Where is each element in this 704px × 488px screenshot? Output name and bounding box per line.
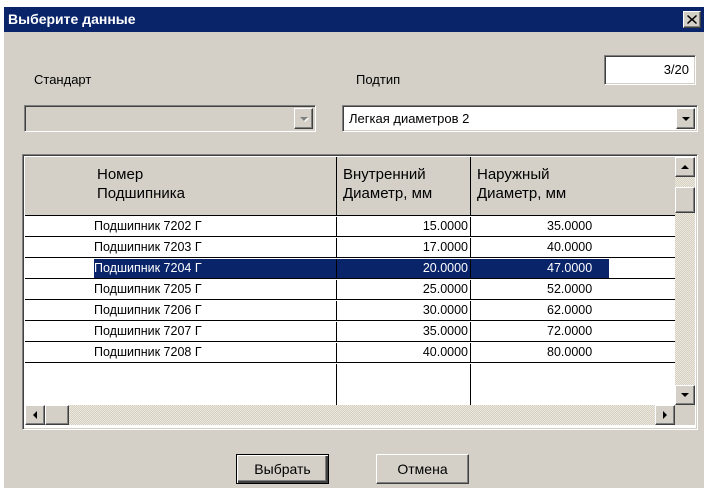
table-row[interactable]: Подшипник 7207 Г 35.0000 72.0000: [25, 322, 675, 342]
vertical-scrollbar[interactable]: [675, 157, 695, 405]
column-header-inner-diameter[interactable]: Внутренний Диаметр, мм: [337, 157, 471, 216]
standard-dropdown-button[interactable]: [294, 108, 313, 129]
cell-inner-diameter: 20.0000: [337, 259, 471, 279]
cell-bearing-number: Подшипник 7202 Г: [25, 217, 337, 237]
table-row-selected[interactable]: Подшипник 7204 Г 20.0000 47.0000: [25, 259, 675, 279]
cell-inner-diameter: 15.0000: [337, 217, 471, 237]
cell-outer-diameter: 40.0000: [547, 240, 593, 254]
cell-bearing-number: Подшипник 7205 Г: [25, 280, 337, 300]
cancel-button[interactable]: Отмена: [376, 454, 469, 484]
scroll-left-button[interactable]: [25, 405, 45, 425]
dropdown-arrow-icon: [299, 116, 308, 121]
cell-inner-diameter: 40.0000: [337, 343, 471, 363]
scroll-right-button[interactable]: [655, 405, 675, 425]
cell-outer-diameter: 62.0000: [547, 303, 593, 317]
horizontal-scroll-thumb[interactable]: [45, 405, 69, 425]
cell-outer-diameter: 80.0000: [547, 345, 593, 359]
column-header-number[interactable]: Номер Подшипника: [25, 157, 337, 216]
close-button[interactable]: [683, 11, 701, 28]
cell-bearing-number: Подшипник 7204 Г: [25, 259, 337, 279]
scroll-right-icon: [663, 411, 667, 419]
subtype-label: Подтип: [356, 72, 401, 87]
cell-inner-diameter: 30.0000: [337, 301, 471, 321]
scroll-down-icon: [681, 393, 689, 397]
scroll-down-button[interactable]: [675, 385, 695, 405]
record-counter: 3/20: [604, 55, 696, 85]
table-row[interactable]: Подшипник 7205 Г 25.0000 52.0000: [25, 280, 675, 300]
dropdown-arrow-icon: [681, 116, 690, 121]
table-row[interactable]: Подшипник 7203 Г 17.0000 40.0000: [25, 238, 675, 258]
cell-outer-diameter: 52.0000: [547, 282, 593, 296]
cell-bearing-number: Подшипник 7203 Г: [25, 238, 337, 258]
subtype-dropdown[interactable]: Легкая диаметров 2: [342, 105, 698, 132]
cell-inner-diameter: 17.0000: [337, 238, 471, 258]
subtype-value: Легкая диаметров 2: [349, 111, 470, 126]
title-bar[interactable]: Выберите данные: [4, 7, 704, 32]
cell-bearing-number: Подшипник 7208 Г: [25, 343, 337, 363]
standard-dropdown[interactable]: [24, 105, 316, 132]
cell-bearing-number: Подшипник 7206 Г: [25, 301, 337, 321]
column-header-label: Наружный Диаметр, мм: [477, 166, 567, 202]
bearing-table[interactable]: Номер Подшипника Внутренний Диаметр, мм …: [22, 154, 698, 430]
table-row[interactable]: Подшипник 7202 Г 15.0000 35.0000: [25, 217, 675, 237]
select-button[interactable]: Выбрать: [236, 454, 329, 484]
table-row[interactable]: Подшипник 7208 Г 40.0000 80.0000: [25, 343, 675, 363]
scroll-up-icon: [681, 165, 689, 169]
cell-outer-diameter: 72.0000: [547, 324, 593, 338]
vertical-scroll-thumb[interactable]: [675, 187, 695, 213]
cell-outer-diameter: 35.0000: [547, 219, 593, 233]
cell-inner-diameter: 25.0000: [337, 280, 471, 300]
cell-outer-diameter: 47.0000: [547, 261, 593, 275]
column-header-label: Внутренний Диаметр, мм: [343, 166, 433, 202]
select-data-dialog: Выберите данные Стандарт Подтип 3/20 Лег…: [4, 7, 704, 488]
subtype-dropdown-button[interactable]: [676, 108, 695, 129]
cell-bearing-number: Подшипник 7207 Г: [25, 322, 337, 342]
scroll-left-icon: [33, 411, 37, 419]
scrollbar-corner: [675, 405, 695, 425]
table-row[interactable]: Подшипник 7206 Г 30.0000 62.0000: [25, 301, 675, 321]
window-title: Выберите данные: [8, 11, 136, 27]
close-icon: [687, 15, 697, 24]
column-header-label: Номер Подшипника: [97, 166, 185, 202]
standard-label: Стандарт: [34, 72, 92, 87]
scroll-up-button[interactable]: [675, 157, 695, 177]
horizontal-scrollbar[interactable]: [25, 405, 675, 425]
column-header-outer-diameter[interactable]: Наружный Диаметр, мм: [471, 157, 675, 216]
cell-inner-diameter: 35.0000: [337, 322, 471, 342]
table-row-partial: [25, 364, 675, 405]
